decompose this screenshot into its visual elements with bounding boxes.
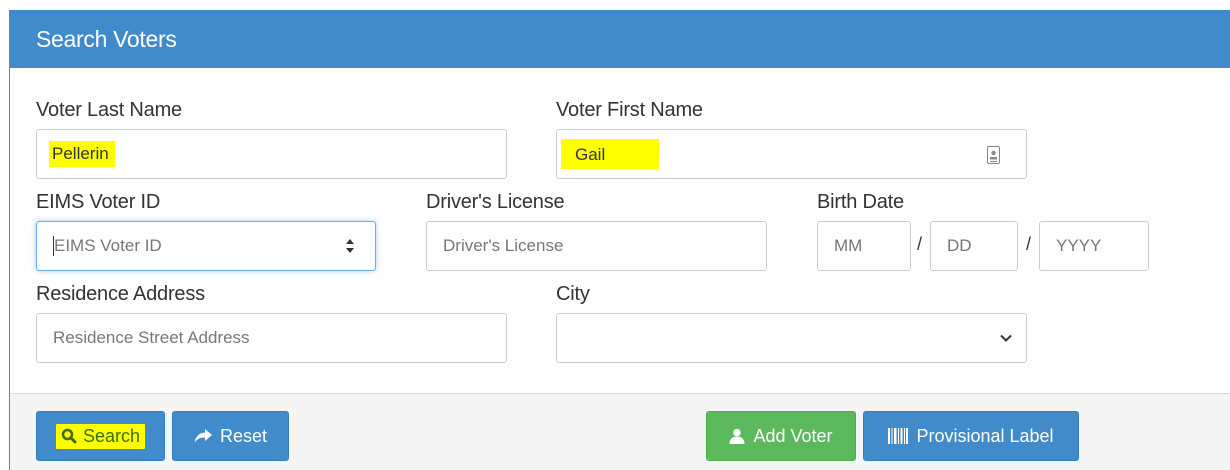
residence-address-label: Residence Address (36, 283, 205, 305)
number-spinner-icon[interactable] (345, 238, 355, 254)
eims-id-input[interactable]: EIMS Voter ID (36, 221, 376, 271)
add-voter-button-label: Add Voter (753, 425, 833, 446)
eims-id-placeholder: EIMS Voter ID (54, 236, 162, 255)
first-name-input[interactable]: Gail (556, 129, 1027, 179)
reset-button-label: Reset (219, 425, 268, 446)
birth-year-input[interactable]: YYYY (1039, 221, 1149, 271)
chevron-down-icon (1000, 334, 1012, 342)
search-button-content: Search (55, 423, 146, 449)
drivers-license-label: Driver's License (426, 191, 565, 213)
residence-address-placeholder: Residence Street Address (53, 328, 250, 347)
birth-month-input[interactable]: MM (817, 221, 911, 271)
drivers-license-placeholder: Driver's License (443, 236, 564, 255)
date-separator: / (917, 234, 923, 254)
birth-date-label: Birth Date (817, 191, 904, 213)
search-icon (61, 428, 77, 444)
user-icon (729, 428, 745, 444)
barcode-icon (888, 428, 909, 444)
first-name-label: Voter First Name (556, 99, 703, 121)
search-button[interactable]: Search (36, 411, 165, 461)
birth-day-placeholder: DD (947, 236, 972, 255)
date-separator: / (1026, 234, 1032, 254)
share-arrow-icon (194, 429, 212, 443)
last-name-input[interactable]: Pellerin (36, 129, 507, 179)
birth-day-input[interactable]: DD (930, 221, 1018, 271)
contact-card-icon[interactable] (987, 146, 1000, 164)
panel-footer: Search Reset Add Voter Provisional Label (10, 393, 1230, 470)
search-voters-panel: Search Voters Voter Last Name Pellerin V… (9, 10, 1230, 470)
city-select[interactable] (556, 313, 1027, 363)
reset-button[interactable]: Reset (172, 411, 289, 461)
residence-address-input[interactable]: Residence Street Address (36, 313, 507, 363)
last-name-value: Pellerin (49, 141, 115, 167)
panel-title: Search Voters (10, 10, 1230, 68)
first-name-value: Gail (561, 139, 660, 169)
last-name-label: Voter Last Name (36, 99, 182, 121)
city-label: City (556, 283, 590, 305)
add-voter-button[interactable]: Add Voter (706, 411, 856, 461)
birth-year-placeholder: YYYY (1056, 236, 1102, 255)
provisional-label-button-label: Provisional Label (916, 425, 1054, 446)
eims-id-label: EIMS Voter ID (36, 191, 161, 213)
drivers-license-input[interactable]: Driver's License (426, 221, 767, 271)
search-button-label: Search (82, 425, 141, 446)
birth-month-placeholder: MM (834, 236, 863, 255)
provisional-label-button[interactable]: Provisional Label (863, 411, 1079, 461)
